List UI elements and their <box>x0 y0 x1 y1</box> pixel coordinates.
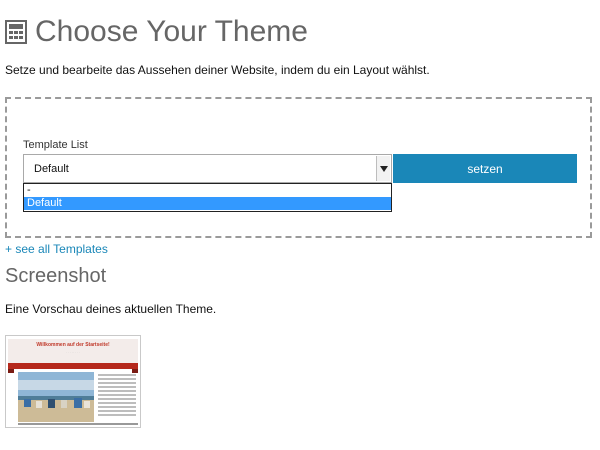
preview-title: Willkommen auf der Startseite! <box>36 342 110 348</box>
screenshot-description: Eine Vorschau deines aktuellen Theme. <box>5 302 217 316</box>
preview-footer <box>18 423 138 425</box>
template-select-value: Default <box>34 163 69 175</box>
template-option-dash[interactable]: - <box>24 184 391 197</box>
preview-text-block <box>98 374 136 420</box>
chevron-down-icon[interactable] <box>376 156 390 181</box>
preview-beach-image <box>18 372 94 422</box>
template-list-label: Template List <box>23 139 88 151</box>
preview-nav-bar <box>8 363 138 373</box>
screenshot-heading: Screenshot <box>5 265 107 287</box>
template-dropdown-list: - Default <box>23 183 392 212</box>
template-option-default[interactable]: Default <box>24 197 391 210</box>
set-template-button[interactable]: setzen <box>393 154 577 183</box>
template-select[interactable]: Default <box>23 154 392 183</box>
see-all-templates-link[interactable]: + see all Templates <box>5 242 108 256</box>
page-description: Setze und bearbeite das Aussehen deiner … <box>5 63 430 77</box>
page-title-text: Choose Your Theme <box>35 15 308 48</box>
page-title: Choose Your Theme <box>5 12 308 52</box>
preview-header: Willkommen auf der Startseite! · · · · ·… <box>8 339 138 364</box>
preview-subtitle: · · · · · · · · <box>66 350 80 354</box>
layout-icon <box>5 20 27 44</box>
theme-preview-thumbnail: Willkommen auf der Startseite! · · · · ·… <box>5 335 141 428</box>
